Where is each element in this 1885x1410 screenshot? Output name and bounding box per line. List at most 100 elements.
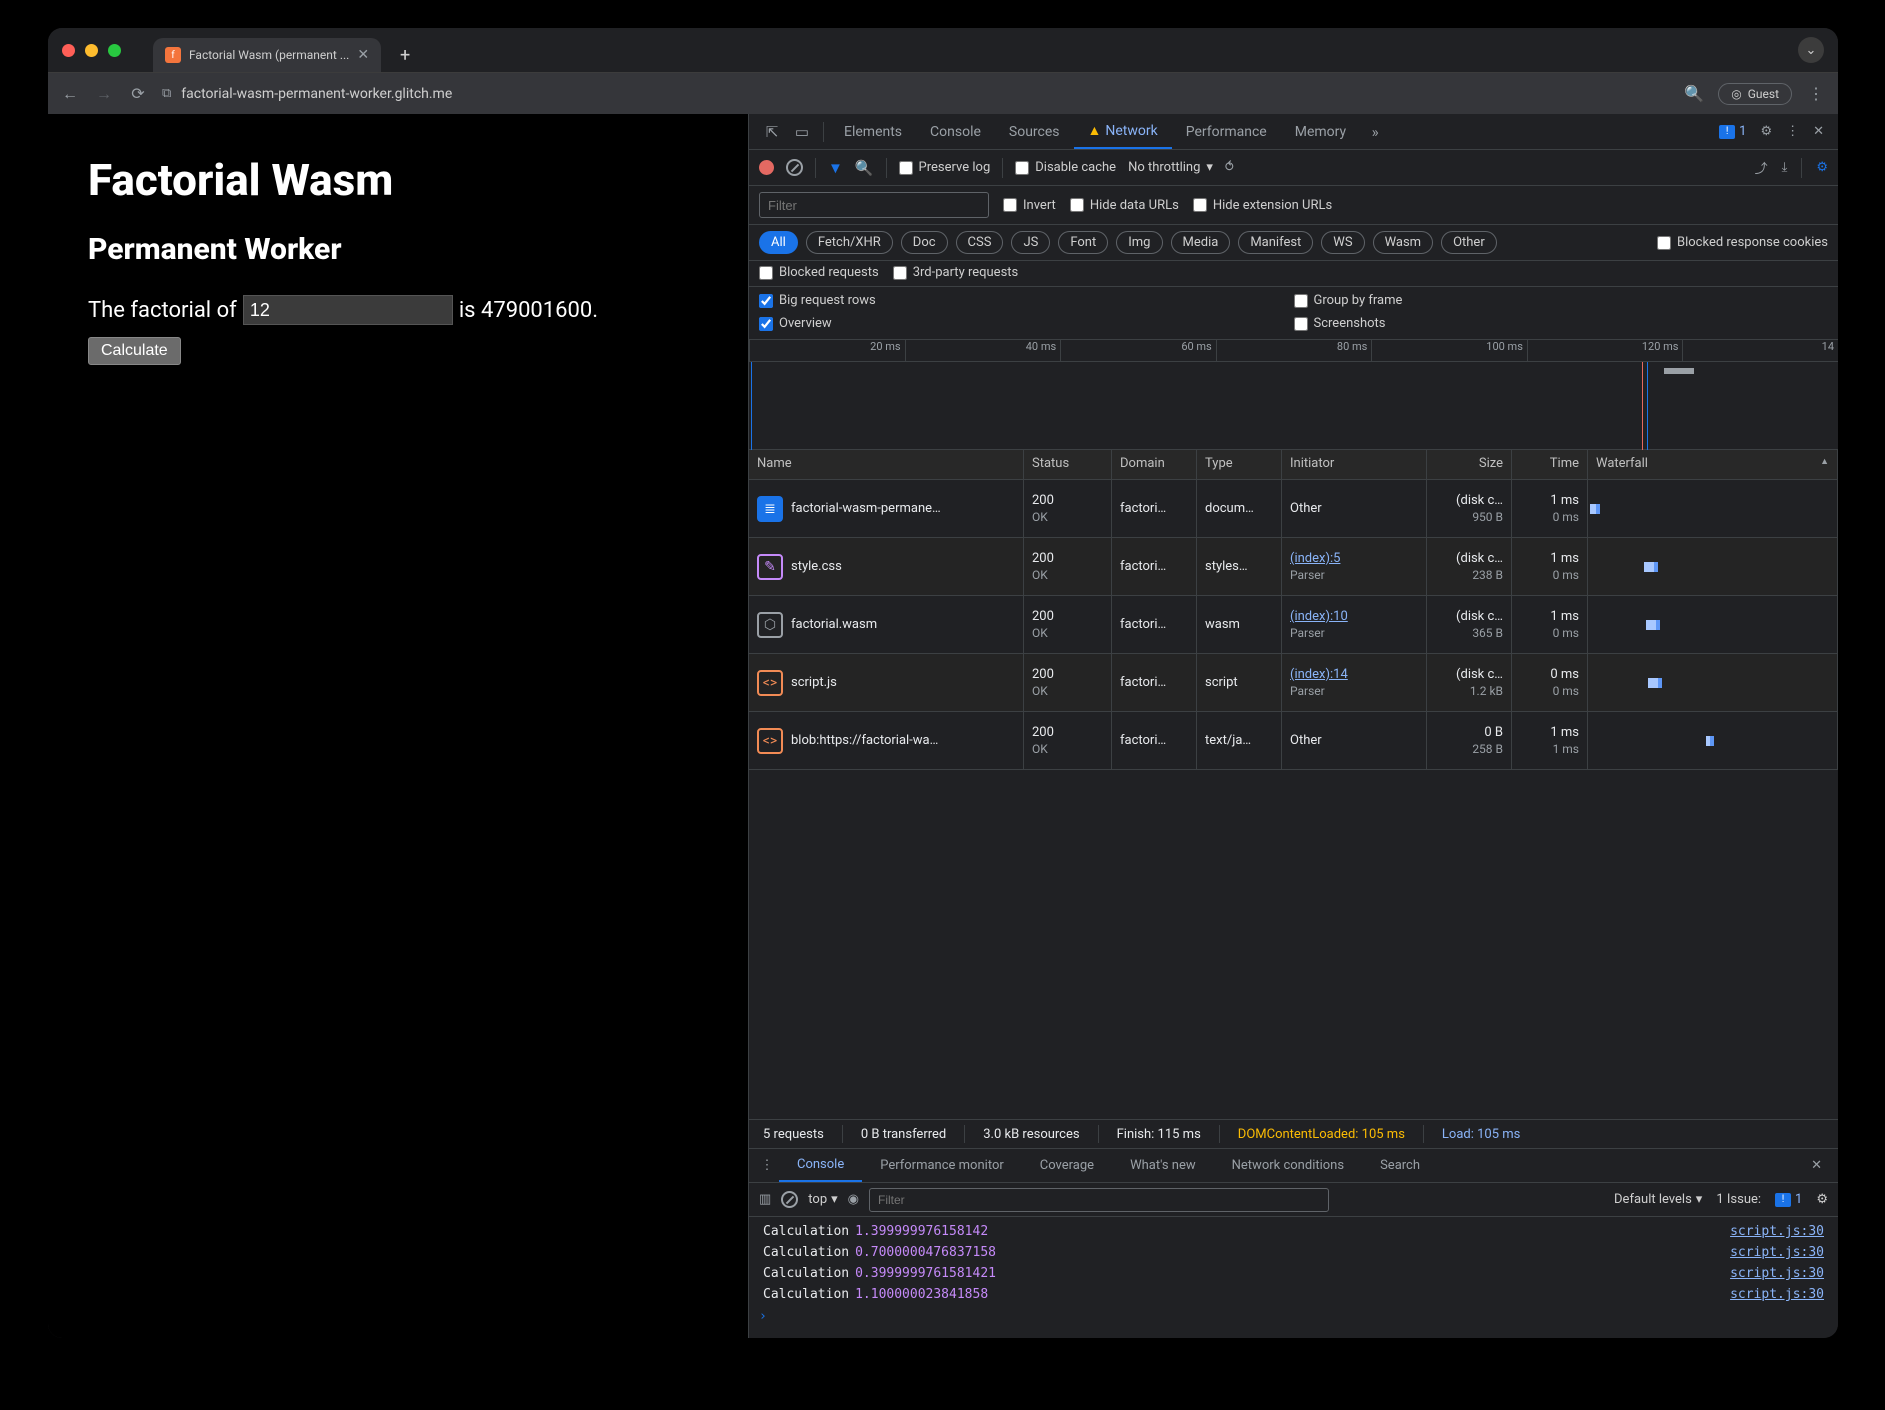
console-issue-chip[interactable]: ! 1 [1775,1192,1802,1207]
screenshots-checkbox[interactable]: Screenshots [1294,316,1829,331]
tab-search-button[interactable]: ⌄ [1798,37,1824,63]
type-pill-fetchxhr[interactable]: Fetch/XHR [806,231,893,254]
maximize-window-button[interactable] [108,44,121,57]
close-drawer-icon[interactable]: ✕ [1811,1158,1832,1173]
initiator-text[interactable]: (index):10 [1290,609,1418,624]
hide-ext-urls-checkbox[interactable]: Hide extension URLs [1193,198,1332,213]
close-devtools-icon[interactable]: ✕ [1813,124,1824,139]
hide-data-urls-checkbox[interactable]: Hide data URLs [1070,198,1179,213]
calculate-button[interactable]: Calculate [88,337,181,365]
kebab-menu-icon[interactable]: ⋮ [1806,84,1826,103]
table-row[interactable]: <>script.js200OKfactori…script(index):14… [749,654,1838,712]
drawer-tab-console[interactable]: Console [779,1149,862,1182]
col-domain[interactable]: Domain [1112,450,1197,479]
tab-performance[interactable]: Performance [1172,114,1281,149]
profile-button[interactable]: ◎ Guest [1718,83,1792,105]
invert-checkbox[interactable]: Invert [1003,198,1056,213]
group-frame-checkbox[interactable]: Group by frame [1294,293,1829,308]
live-expression-icon[interactable]: ◉ [848,1192,859,1207]
console-prompt[interactable]: › [749,1305,1838,1328]
log-source-link[interactable]: script.js:30 [1730,1245,1824,1260]
clear-console-icon[interactable] [781,1191,798,1208]
type-pill-media[interactable]: Media [1171,231,1231,254]
drawer-tab-search[interactable]: Search [1362,1149,1438,1182]
back-button[interactable]: ← [60,84,80,104]
disable-cache-checkbox[interactable]: Disable cache [1015,160,1116,175]
initiator-text[interactable]: (index):5 [1290,551,1418,566]
drawer-menu-icon[interactable]: ⋮ [755,1158,779,1173]
type-pill-doc[interactable]: Doc [901,231,948,254]
type-pill-font[interactable]: Font [1058,231,1108,254]
type-pill-img[interactable]: Img [1116,231,1162,254]
console-sidebar-icon[interactable]: ▥ [759,1192,771,1207]
drawer-tab-coverage[interactable]: Coverage [1022,1149,1112,1182]
reload-button[interactable]: ⟳ [128,84,148,103]
drawer-tab-netcond[interactable]: Network conditions [1214,1149,1362,1182]
search-icon[interactable]: 🔍 [855,159,874,177]
more-tabs-icon[interactable]: » [1360,123,1390,141]
tab-console[interactable]: Console [916,114,995,149]
table-row[interactable]: <>blob:https://factorial-wa…200OKfactori… [749,712,1838,770]
initiator-text[interactable]: (index):14 [1290,667,1418,682]
filter-input[interactable] [759,192,989,218]
drawer-tab-perfmon[interactable]: Performance monitor [862,1149,1022,1182]
filter-toggle-icon[interactable]: ▼ [828,159,843,177]
blocked-requests-checkbox[interactable]: Blocked requests [759,265,879,280]
throttling-select[interactable]: No throttling▾ [1128,160,1213,175]
col-type[interactable]: Type [1197,450,1282,479]
network-settings-icon[interactable]: ⚙ [1816,160,1828,175]
tab-sources[interactable]: Sources [995,114,1074,149]
minimize-window-button[interactable] [85,44,98,57]
record-button[interactable] [759,160,774,175]
tab-memory[interactable]: Memory [1281,114,1360,149]
context-select[interactable]: top▾ [808,1192,837,1207]
table-row[interactable]: ✎style.css200OKfactori…styles…(index):5P… [749,538,1838,596]
site-info-icon[interactable]: ⧉ [162,86,171,101]
col-name[interactable]: Name [749,450,1024,479]
type-pill-manifest[interactable]: Manifest [1238,231,1313,254]
tab-network[interactable]: ▲ Network [1074,114,1172,149]
new-tab-button[interactable]: + [391,41,419,69]
col-waterfall[interactable]: Waterfall▲ [1588,450,1838,479]
overview-timeline[interactable]: 20 ms40 ms60 ms80 ms100 ms120 ms14 [749,340,1838,450]
type-pill-all[interactable]: All [759,231,798,254]
browser-tab[interactable]: f Factorial Wasm (permanent ... ✕ [153,38,381,72]
devtools-menu-icon[interactable]: ⋮ [1786,124,1799,139]
close-tab-icon[interactable]: ✕ [357,47,369,63]
clear-button[interactable] [786,159,803,176]
table-row[interactable]: ⬡factorial.wasm200OKfactori…wasm(index):… [749,596,1838,654]
type-pill-js[interactable]: JS [1011,231,1050,254]
type-pill-wasm[interactable]: Wasm [1373,231,1434,254]
overview-checkbox[interactable]: Overview [759,316,1294,331]
export-har-icon[interactable]: ⤓ [1782,160,1788,175]
col-status[interactable]: Status [1024,450,1112,479]
zoom-icon[interactable]: 🔍 [1684,84,1704,103]
drawer-tab-whatsnew[interactable]: What's new [1112,1149,1214,1182]
settings-icon[interactable]: ⚙ [1760,124,1772,139]
network-conditions-icon[interactable]: ⥀ [1225,160,1234,175]
console-settings-icon[interactable]: ⚙ [1816,1192,1828,1207]
log-source-link[interactable]: script.js:30 [1730,1287,1824,1302]
inspect-element-icon[interactable]: ⇱ [757,123,787,141]
preserve-log-checkbox[interactable]: Preserve log [899,160,991,175]
address-bar[interactable]: ⧉ factorial-wasm-permanent-worker.glitch… [162,86,1670,102]
issues-counter[interactable]: ! 1 [1719,124,1746,139]
col-time[interactable]: Time [1512,450,1588,479]
import-har-icon[interactable]: ⤴ [1755,158,1768,177]
log-source-link[interactable]: script.js:30 [1730,1224,1824,1239]
tab-elements[interactable]: Elements [830,114,916,149]
type-pill-other[interactable]: Other [1441,231,1497,254]
type-pill-css[interactable]: CSS [956,231,1004,254]
thirdparty-checkbox[interactable]: 3rd-party requests [893,265,1019,280]
big-rows-checkbox[interactable]: Big request rows [759,293,1294,308]
forward-button[interactable]: → [94,84,114,104]
device-toggle-icon[interactable]: ▭ [787,123,817,141]
log-source-link[interactable]: script.js:30 [1730,1266,1824,1281]
close-window-button[interactable] [62,44,75,57]
blocked-cookies-checkbox[interactable]: Blocked response cookies [1657,235,1828,250]
log-levels-select[interactable]: Default levels▾ [1614,1192,1702,1207]
type-pill-ws[interactable]: WS [1321,231,1364,254]
table-row[interactable]: ≣factorial-wasm-permane…200OKfactori…doc… [749,480,1838,538]
console-filter-input[interactable] [869,1188,1329,1212]
col-size[interactable]: Size [1427,450,1512,479]
